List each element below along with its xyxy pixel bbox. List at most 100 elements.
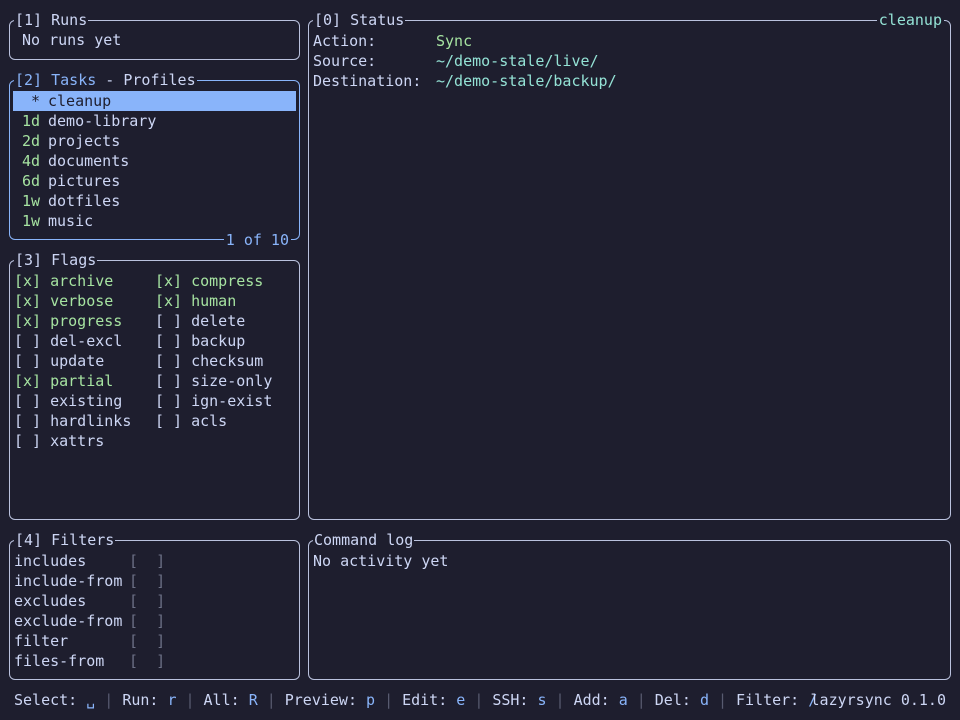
command-log-panel[interactable]: Command log No activity yet (308, 530, 951, 680)
task-row[interactable]: 1w dotfiles (13, 191, 296, 211)
separator: | (104, 691, 114, 709)
status-title: [0] Status (313, 10, 406, 30)
task-row[interactable]: 1w music (13, 211, 296, 231)
task-name: music (48, 212, 94, 230)
status-panel[interactable]: [0] Status cleanup Action: Sync Source: ~/… (308, 10, 951, 520)
task-row[interactable]: 4d documents (13, 151, 296, 171)
flag-name: progress (50, 312, 123, 330)
command-log-title: Command log (313, 530, 415, 550)
filter-name: files-from (14, 652, 105, 670)
flag-name: existing (50, 392, 123, 410)
action-label: Action: (313, 32, 377, 50)
flag-checkbox[interactable]: [ ] ign-exist (155, 391, 272, 411)
filter-value: [ ] (129, 592, 166, 610)
separator: | (185, 691, 195, 709)
flag-box: [x] (14, 312, 42, 330)
flag-checkbox[interactable]: [ ] existing (14, 391, 122, 411)
destination-value: ~/demo-stale/backup/ (436, 72, 617, 90)
keybinding[interactable]: All: R (204, 691, 258, 709)
flag-name: checksum (191, 352, 264, 370)
tab-profiles[interactable]: Profiles (123, 71, 195, 89)
flag-checkbox[interactable]: [x] archive (14, 271, 113, 291)
filter-row[interactable]: files-from [ ] (14, 651, 165, 671)
filter-row[interactable]: excludes [ ] (14, 591, 165, 611)
tasks-panel[interactable]: [2] Tasks - Profiles * cleanup 1d demo-libr… (9, 70, 300, 250)
filter-row[interactable]: filter [ ] (14, 631, 165, 651)
keybinding-label: Preview: (284, 691, 357, 709)
flag-box: [x] (155, 272, 183, 290)
keybinding-label: Run: (122, 691, 159, 709)
keybinding-bar: Select: ␣ | Run: r | All: R | Preview: p | Edit:… (14, 690, 817, 710)
tab-tasks[interactable]: Tasks (51, 71, 96, 89)
flag-checkbox[interactable]: [ ] acls (155, 411, 227, 431)
task-row[interactable]: * cleanup (13, 91, 296, 111)
keybinding-label: Select: (14, 691, 78, 709)
keybinding[interactable]: Add: a (574, 691, 628, 709)
flag-checkbox[interactable]: [ ] delete (155, 311, 245, 331)
keybinding-key: d (699, 691, 709, 709)
flag-checkbox[interactable]: [ ] del-excl (14, 331, 122, 351)
keybinding-label: SSH: (492, 691, 529, 709)
filter-row[interactable]: includes [ ] (14, 551, 165, 571)
flag-checkbox[interactable]: [ ] xattrs (14, 431, 104, 451)
keybinding-key: R (248, 691, 258, 709)
keybinding[interactable]: Run: r (122, 691, 176, 709)
flag-box: [ ] (155, 392, 183, 410)
action-value: Sync (436, 32, 473, 50)
filter-name: exclude-from (14, 612, 123, 630)
flag-name: compress (191, 272, 264, 290)
separator: | (717, 691, 727, 709)
keybinding-label: Filter: (736, 691, 800, 709)
flag-checkbox[interactable]: [x] partial (14, 371, 113, 391)
filter-value: [ ] (129, 632, 166, 650)
task-age: 2d (21, 132, 40, 150)
flag-checkbox[interactable]: [ ] update (14, 351, 104, 371)
keybinding[interactable]: Edit: e (402, 691, 465, 709)
runs-panel[interactable]: [1] Runs No runs yet (9, 10, 300, 60)
filters-panel[interactable]: [4] Filters includes[ ] include-from[ ] ex… (9, 530, 300, 680)
flag-name: del-excl (50, 332, 123, 350)
flag-box: [ ] (14, 432, 42, 450)
flag-name: acls (191, 412, 228, 430)
tasks-position: 1 of 10 (223, 230, 291, 250)
flag-checkbox[interactable]: [ ] backup (155, 331, 245, 351)
flag-name: size-only (191, 372, 273, 390)
flag-checkbox[interactable]: [ ] checksum (155, 351, 263, 371)
keybinding[interactable]: Preview: p (285, 691, 375, 709)
flag-checkbox[interactable]: [x] human (155, 291, 236, 311)
flag-checkbox[interactable]: [x] progress (14, 311, 122, 331)
keybinding-key: a (618, 691, 628, 709)
task-row[interactable]: 2d projects (13, 131, 296, 151)
flag-checkbox[interactable]: [ ] size-only (155, 371, 272, 391)
filter-value: [ ] (129, 612, 166, 630)
app-version: lazyrsync 0.1.0 (810, 691, 946, 709)
keybinding-key: e (456, 691, 466, 709)
source-label: Source: (313, 52, 377, 70)
task-name: demo-library (48, 112, 157, 130)
task-name: projects (48, 132, 121, 150)
flag-box: [ ] (155, 352, 183, 370)
flags-panel[interactable]: [3] Flags [x] archive [x] verbose [x] progres… (9, 250, 300, 520)
flag-name: backup (191, 332, 246, 350)
keybinding[interactable]: Filter: / (736, 691, 817, 709)
keybinding[interactable]: Del: d (655, 691, 709, 709)
keybinding-label: Del: (654, 691, 691, 709)
status-action-row: Action: Sync (313, 31, 472, 51)
filter-row[interactable]: include-from [ ] (14, 571, 165, 591)
flag-box: [x] (14, 292, 42, 310)
task-name: documents (48, 152, 130, 170)
task-row[interactable]: 1d demo-library (13, 111, 296, 131)
flag-checkbox[interactable]: [x] compress (155, 271, 263, 291)
flag-name: xattrs (50, 432, 105, 450)
filter-row[interactable]: exclude-from [ ] (14, 611, 165, 631)
filter-name: excludes (14, 592, 87, 610)
keybinding[interactable]: SSH: s (492, 691, 546, 709)
flag-box: [ ] (14, 352, 42, 370)
tasks-title-num: [2] (15, 71, 43, 89)
flag-checkbox[interactable]: [ ] hardlinks (14, 411, 131, 431)
keybinding[interactable]: Select: ␣ (14, 691, 95, 709)
flag-box: [ ] (14, 412, 42, 430)
task-row[interactable]: 6d pictures (13, 171, 296, 191)
status-destination-row: Destination: ~/demo-stale/backup/ (313, 71, 617, 91)
flag-checkbox[interactable]: [x] verbose (14, 291, 113, 311)
